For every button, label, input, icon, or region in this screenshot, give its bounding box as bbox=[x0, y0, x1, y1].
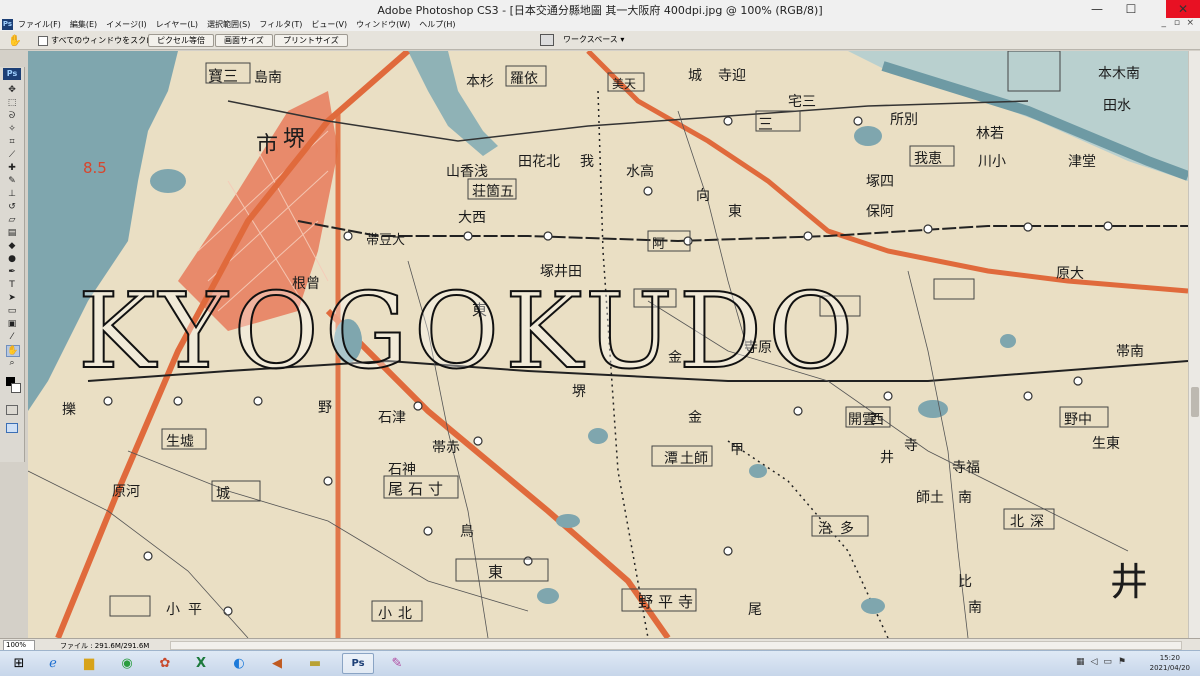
window-title: Adobe Photoshop CS3 - [日本交通分縣地圖 其一大阪府 40… bbox=[377, 4, 823, 17]
quick-mask-icon[interactable] bbox=[6, 405, 18, 415]
photoshop-menu-icon[interactable]: Ps bbox=[2, 19, 13, 30]
menu-window[interactable]: ウィンドウ(W) bbox=[356, 19, 410, 30]
slice-tool-icon[interactable]: ⟋ bbox=[6, 150, 18, 160]
close-button[interactable]: ✕ bbox=[1166, 0, 1200, 18]
chrome-icon[interactable]: ◉ bbox=[112, 653, 142, 674]
hand-tool-icon-active[interactable]: ✋ bbox=[6, 345, 20, 357]
lasso-tool-icon[interactable]: ᘐ bbox=[6, 111, 18, 121]
photoshop-icon[interactable]: Ps bbox=[342, 653, 374, 674]
menu-select[interactable]: 選択範囲(S) bbox=[207, 19, 250, 30]
speaker-icon[interactable]: ◁ bbox=[1090, 657, 1097, 667]
workspace-menu[interactable]: ワークスペース ▾ bbox=[563, 34, 624, 45]
title-bar: Adobe Photoshop CS3 - [日本交通分縣地圖 其一大阪府 40… bbox=[0, 0, 1200, 19]
clone-stamp-tool-icon[interactable]: ⊥ bbox=[6, 189, 18, 199]
speaker-app-icon[interactable]: ◀ bbox=[262, 653, 292, 674]
menu-image[interactable]: イメージ(I) bbox=[106, 19, 146, 30]
menu-items: ファイル(F) 編集(E) イメージ(I) レイヤー(L) 選択範囲(S) フィ… bbox=[18, 19, 456, 30]
print-size-button[interactable]: プリントサイズ bbox=[274, 34, 348, 47]
checkbox-icon[interactable] bbox=[38, 35, 48, 46]
menu-file[interactable]: ファイル(F) bbox=[18, 19, 61, 30]
shape-tool-icon[interactable]: ▭ bbox=[6, 306, 18, 316]
menu-help[interactable]: ヘルプ(H) bbox=[419, 19, 455, 30]
tools-panel: Ps ✥ ⬚ ᘐ ✧ ⌗ ⟋ ✚ ✎ ⊥ ↺ ▱ ▤ ◆ ● ✒ T ➤ ▭ ▣… bbox=[0, 67, 25, 462]
background-color-swatch[interactable] bbox=[11, 383, 21, 393]
fit-screen-button[interactable]: 画面サイズ bbox=[215, 34, 273, 47]
eraser-tool-icon[interactable]: ▱ bbox=[6, 215, 18, 225]
blur-tool-icon[interactable]: ◆ bbox=[6, 241, 18, 251]
pen-tool-icon[interactable]: ✒ bbox=[6, 267, 18, 277]
menu-filter[interactable]: フィルタ(T) bbox=[259, 19, 302, 30]
folder-icon[interactable]: ▬ bbox=[300, 653, 330, 674]
watermark-text: KYOGOKUDO bbox=[77, 270, 860, 392]
eyedropper-tool-icon[interactable]: ⁄ bbox=[6, 332, 18, 342]
hand-tool-icon[interactable]: ✋ bbox=[8, 34, 22, 47]
network-icon[interactable]: ▦ bbox=[1076, 657, 1085, 667]
taskbar: ⊞ ℯ ▆ ◉ ✿ X ◐ ◀ ▬ Ps ✎ ▦ ◁ ▭ ⚑ 15:20 202… bbox=[0, 650, 1200, 676]
clock[interactable]: 15:20 2021/04/20 bbox=[1150, 653, 1190, 673]
doc-restore-button[interactable]: ▫ bbox=[1174, 18, 1180, 28]
edge-icon[interactable]: ◐ bbox=[224, 653, 254, 674]
dodge-tool-icon[interactable]: ● bbox=[6, 254, 18, 264]
menu-edit[interactable]: 編集(E) bbox=[70, 19, 97, 30]
vertical-scrollbar[interactable] bbox=[1188, 51, 1200, 638]
clock-date: 2021/04/20 bbox=[1149, 664, 1190, 672]
ie-icon[interactable]: ℯ bbox=[38, 653, 68, 674]
maximize-button[interactable]: ☐ bbox=[1114, 0, 1148, 18]
notes-tool-icon[interactable]: ▣ bbox=[6, 319, 18, 329]
zoom-tool-icon[interactable]: ⌕ bbox=[6, 358, 18, 368]
explorer-icon[interactable]: ▆ bbox=[74, 653, 104, 674]
doc-minimize-button[interactable]: _ bbox=[1162, 18, 1167, 28]
vertical-scroll-thumb[interactable] bbox=[1191, 387, 1199, 417]
healing-brush-tool-icon[interactable]: ✚ bbox=[6, 163, 18, 173]
actual-pixels-button[interactable]: ピクセル等倍 bbox=[148, 34, 214, 47]
clock-time: 15:20 bbox=[1159, 654, 1180, 662]
depth-marker: 8.5 bbox=[83, 159, 107, 177]
type-tool-icon[interactable]: T bbox=[6, 280, 18, 290]
system-tray: ▦ ◁ ▭ ⚑ bbox=[1076, 657, 1126, 667]
document-canvas[interactable]: 8.5 寶三 島南 市 堺 本杉 羅依 美天 城 寺迎 三 本木南 田水 所別 … bbox=[28, 51, 1188, 638]
paint-brush-icon[interactable]: ✎ bbox=[382, 653, 412, 674]
flag-icon[interactable]: ⚑ bbox=[1118, 657, 1126, 667]
screen-mode-icon[interactable] bbox=[6, 423, 18, 433]
menu-view[interactable]: ビュー(V) bbox=[311, 19, 347, 30]
doc-close-button[interactable]: × bbox=[1186, 18, 1194, 28]
minimize-button[interactable]: — bbox=[1080, 0, 1114, 18]
crop-tool-icon[interactable]: ⌗ bbox=[6, 137, 18, 147]
excel-icon[interactable]: X bbox=[186, 653, 216, 674]
history-brush-tool-icon[interactable]: ↺ bbox=[6, 202, 18, 212]
start-button[interactable]: ⊞ bbox=[4, 653, 34, 674]
magic-wand-tool-icon[interactable]: ✧ bbox=[6, 124, 18, 134]
battery-icon[interactable]: ▭ bbox=[1103, 657, 1112, 667]
photoshop-logo: Ps bbox=[3, 68, 21, 80]
horizontal-scrollbar[interactable] bbox=[170, 641, 1182, 650]
options-bar: ✋ すべてのウィンドウをスクロール ピクセル等倍 画面サイズ プリントサイズ ワ… bbox=[0, 31, 1200, 50]
path-selection-tool-icon[interactable]: ➤ bbox=[6, 293, 18, 303]
workspace-icon[interactable] bbox=[540, 34, 554, 46]
gradient-tool-icon[interactable]: ▤ bbox=[6, 228, 18, 238]
menu-bar: Ps ファイル(F) 編集(E) イメージ(I) レイヤー(L) 選択範囲(S)… bbox=[0, 18, 1200, 32]
marquee-tool-icon[interactable]: ⬚ bbox=[6, 98, 18, 108]
brush-tool-icon[interactable]: ✎ bbox=[6, 176, 18, 186]
menu-layer[interactable]: レイヤー(L) bbox=[156, 19, 198, 30]
move-tool-icon[interactable]: ✥ bbox=[6, 85, 18, 95]
paint-icon[interactable]: ✿ bbox=[150, 653, 180, 674]
